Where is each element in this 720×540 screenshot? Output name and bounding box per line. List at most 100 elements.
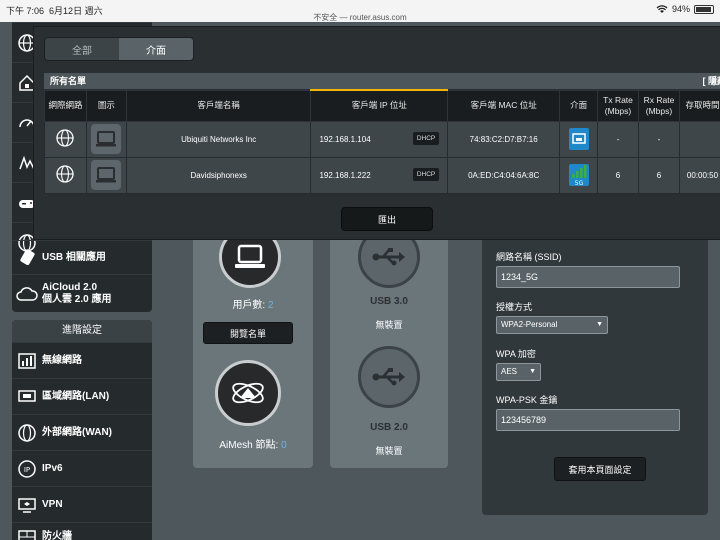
ssid-label: 網路名稱 (SSID) (496, 252, 562, 262)
battery-percent: 94% (671, 4, 690, 14)
sidebar-item-firewall[interactable]: 防火牆 (12, 522, 152, 540)
status-bar: 下午 7:06 6月12日 週六 不安全 — router.asus.com 9… (0, 0, 720, 22)
wifi-icon (12, 352, 42, 370)
svg-text:IP: IP (24, 466, 30, 474)
wired-icon (568, 128, 589, 150)
client-list-header-bar: 所有名單 [ 隱藏 (44, 73, 720, 89)
access-time (678, 120, 720, 158)
client-table: 網際網路 圖示 客戶端名稱 客戶端 IP 位址 客戶端 MAC 位址 介面 Tx… (44, 89, 720, 194)
table-header-row: 網際網路 圖示 客戶端名稱 客戶端 IP 位址 客戶端 MAC 位址 介面 Tx… (44, 89, 720, 122)
client-name[interactable]: Ubiquiti Networks Inc (125, 120, 312, 158)
sidebar-item-label: IPv6 (42, 462, 63, 474)
usb2-title: USB 2.0 (370, 422, 408, 433)
export-button[interactable]: 匯出 (341, 207, 433, 231)
clients-count: 用戶數: 2 (232, 300, 274, 311)
laptop-icon (91, 160, 122, 190)
sidebar-item-lan[interactable]: 區域網路(LAN) (12, 378, 152, 414)
client-mac: 0A:ED:C4:04:6A:8C (447, 156, 561, 194)
usb-icon (12, 248, 42, 268)
interface-cell (559, 120, 599, 158)
sidebar-item-usb[interactable]: USB 相關應用 (12, 240, 152, 274)
vpn-icon (12, 496, 42, 514)
column-header[interactable]: 客戶端名稱 (125, 89, 312, 122)
view-list-button[interactable]: 閱覽名單 (203, 322, 293, 344)
clients-panel: 用戶數: 2 閱覽名單 AiMesh 節點: 0 (193, 226, 313, 468)
globe-icon (56, 165, 75, 183)
column-header[interactable]: Rx Rate (Mbps) (638, 89, 680, 122)
column-header[interactable]: 介面 (559, 89, 599, 122)
tx-rate: 6 (597, 156, 639, 194)
client-ip-cell: 192.168.1.222 DHCP (310, 156, 449, 194)
sidebar-item-label: AiCloud 2.0 個人雲 2.0 應用 (42, 281, 112, 305)
apply-settings-button[interactable]: 套用本頁面設定 (554, 457, 646, 481)
wpa-encryption-label: WPA 加密 (496, 349, 536, 359)
usb2-circle[interactable] (358, 346, 420, 408)
sidebar-item-label: 區域網路(LAN) (42, 390, 110, 402)
wifi-status-icon (656, 4, 668, 13)
rx-rate: - (638, 120, 680, 158)
client-mac: 74:83:C2:D7:B7:16 (447, 120, 561, 158)
laptop-icon (235, 244, 265, 268)
advanced-settings-header: 進階設定 (12, 320, 152, 342)
aimesh-count: AiMesh 節點: 0 (219, 440, 287, 451)
usb-icon (372, 368, 405, 386)
dhcp-badge: DHCP (412, 131, 440, 145)
usb3-title: USB 3.0 (370, 296, 408, 307)
band-label: 5G (574, 180, 583, 186)
device-icon-cell[interactable] (85, 120, 127, 158)
sidebar-item-label: 防火牆 (42, 530, 72, 540)
client-ip: 192.168.1.104 (319, 134, 371, 144)
sidebar-item-ipv6[interactable]: IP IPv6 (12, 450, 152, 486)
sidebar-item-vpn[interactable]: VPN (12, 486, 152, 522)
client-list-tabs: 全部 介面 (44, 37, 194, 61)
column-header[interactable]: 客戶端 MAC 位址 (447, 89, 561, 122)
rx-rate: 6 (638, 156, 680, 194)
auth-method-label: 授權方式 (496, 302, 533, 312)
dhcp-badge: DHCP (412, 167, 440, 181)
lan-icon (12, 388, 42, 406)
column-header[interactable]: 存取時間 (678, 89, 720, 122)
column-header-sorted[interactable]: 客戶端 IP 位址 (310, 89, 449, 122)
laptop-icon (91, 124, 122, 154)
ssid-input[interactable]: 1234_5G (496, 266, 680, 288)
client-list-modal: 全部 介面 所有名單 [ 隱藏 網際網路 圖示 客戶端名稱 客戶端 IP 位址 … (33, 26, 720, 240)
wan-globe-icon (12, 423, 42, 443)
column-header[interactable]: 網際網路 (44, 89, 87, 122)
internet-status-cell[interactable] (44, 156, 87, 194)
device-icon-cell[interactable] (85, 156, 127, 194)
wpa-encryption-select[interactable]: AES ▼ (496, 363, 541, 381)
sidebar-item-wireless[interactable]: 無線網路 (12, 342, 152, 378)
status-right: 94% (656, 4, 714, 14)
firewall-icon (12, 528, 42, 540)
hide-list-link[interactable]: [ 隱藏 (703, 73, 720, 89)
sidebar-item-aicloud[interactable]: AiCloud 2.0 個人雲 2.0 應用 (12, 274, 152, 312)
ipv6-icon: IP (12, 459, 42, 479)
interface-cell: 5G (559, 156, 599, 194)
column-header[interactable]: 圖示 (85, 89, 127, 122)
cloud-icon (12, 286, 42, 302)
access-time: 00:00:50 (678, 156, 720, 194)
client-ip: 192.168.1.222 (319, 170, 371, 180)
internet-status-cell[interactable] (44, 120, 87, 158)
globe-icon (56, 129, 75, 147)
usb-icon (372, 248, 405, 266)
column-header[interactable]: Tx Rate (Mbps) (597, 89, 639, 122)
sidebar-item-label: VPN (42, 498, 63, 510)
aimesh-icon (232, 382, 264, 404)
table-row[interactable]: Ubiquiti Networks Inc 192.168.1.104 DHCP … (44, 120, 720, 158)
auth-method-select[interactable]: WPA2-Personal ▼ (496, 316, 608, 334)
usb-panel: USB 3.0 無裝置 USB 2.0 無裝置 (330, 226, 448, 468)
tab-all[interactable]: 全部 (45, 38, 119, 60)
table-row[interactable]: Davidsiphonexs 192.168.1.222 DHCP 0A:ED:C… (44, 156, 720, 194)
sidebar-advanced: 進階設定 無線網路 區域網路(LAN) 外部網路(WAN) IP IPv6 VP… (12, 320, 152, 540)
client-list-title: 所有名單 (50, 76, 87, 86)
tab-interface[interactable]: 介面 (119, 38, 193, 60)
wifi-5g-icon: 5G (568, 164, 589, 187)
aimesh-circle[interactable] (215, 360, 281, 426)
client-ip-cell: 192.168.1.104 DHCP (310, 120, 449, 158)
sidebar-item-wan[interactable]: 外部網路(WAN) (12, 414, 152, 450)
usb3-status: 無裝置 (375, 320, 403, 330)
psk-input[interactable]: 123456789 (496, 409, 680, 431)
client-name[interactable]: Davidsiphonexs (125, 156, 312, 194)
wireless-settings-panel: 網路名稱 (SSID) 1234_5G 授權方式 WPA2-Personal ▼ … (482, 230, 708, 515)
